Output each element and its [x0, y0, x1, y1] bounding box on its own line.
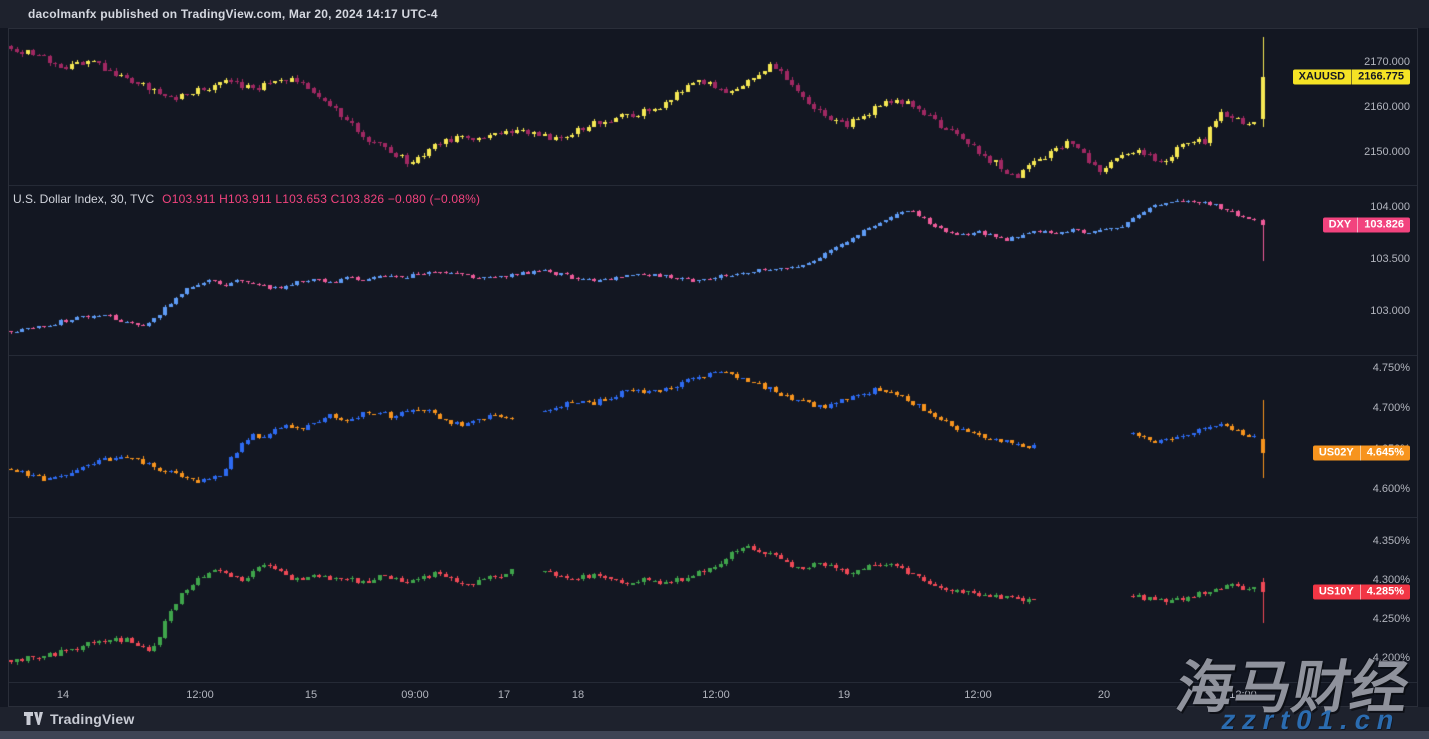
pane-separator	[9, 185, 1418, 186]
time-axis-label: 12:00	[702, 689, 730, 701]
price-axis-label-us02y: 4.600%	[1373, 483, 1410, 495]
tradingview-published-chart: dacolmanfx published on TradingView.com,…	[0, 0, 1429, 739]
dxy-legend: U.S. Dollar Index, 30, TVC O103.911 H103.…	[13, 192, 480, 206]
badge-last-price: 4.645%	[1360, 445, 1410, 460]
price-axis-label-us10y: 4.250%	[1373, 613, 1410, 625]
tradingview-logo-icon	[24, 712, 43, 726]
symbol-badge-us10y: US10Y4.285%	[1313, 584, 1410, 599]
price-axis-label-xauusd: 2160.000	[1364, 101, 1410, 113]
price-axis-label-us10y: 4.350%	[1373, 535, 1410, 547]
symbol-badge-dxy: DXY103.826	[1323, 218, 1410, 233]
candlestick-canvas	[0, 0, 1429, 739]
pane-separator	[9, 355, 1418, 356]
tradingview-link[interactable]: TradingView	[24, 711, 134, 727]
legend-ohlc-values: O103.911 H103.911 L103.653 C103.826 −0.0…	[162, 192, 480, 206]
badge-symbol-label: XAUUSD	[1293, 69, 1351, 84]
badge-last-price: 2166.775	[1351, 69, 1410, 84]
legend-symbol-title: U.S. Dollar Index, 30, TVC	[13, 192, 154, 206]
time-axis-label: 19	[838, 689, 850, 701]
badge-symbol-label: US02Y	[1313, 445, 1360, 460]
bottom-strip	[0, 731, 1429, 739]
price-axis-label-dxy: 103.500	[1370, 253, 1410, 265]
time-axis-label: 14	[57, 689, 69, 701]
time-axis-label: 12:00	[964, 689, 992, 701]
price-axis-label-us02y: 4.750%	[1373, 362, 1410, 374]
badge-last-price: 4.285%	[1360, 584, 1410, 599]
badge-last-price: 103.826	[1357, 218, 1410, 233]
price-axis-label-xauusd: 2170.000	[1364, 56, 1410, 68]
time-axis-label: 18	[572, 689, 584, 701]
badge-symbol-label: US10Y	[1313, 584, 1360, 599]
brand-name: TradingView	[50, 711, 134, 727]
price-axis-label-dxy: 103.000	[1370, 305, 1410, 317]
time-axis-label: 20	[1098, 689, 1110, 701]
price-axis-label-us02y: 4.700%	[1373, 402, 1410, 414]
watermark-url-text: zzrt01.cn	[1219, 705, 1404, 736]
pane-separator	[9, 517, 1418, 518]
time-axis-label: 09:00	[401, 689, 429, 701]
time-axis-label: 17	[498, 689, 510, 701]
price-axis-label-dxy: 104.000	[1370, 201, 1410, 213]
badge-symbol-label: DXY	[1323, 218, 1358, 233]
time-axis-label: 12:00	[186, 689, 214, 701]
time-axis-label: 15	[305, 689, 317, 701]
price-axis-label-xauusd: 2150.000	[1364, 146, 1410, 158]
symbol-badge-us02y: US02Y4.645%	[1313, 445, 1410, 460]
symbol-badge-xauusd: XAUUSD2166.775	[1293, 69, 1410, 84]
